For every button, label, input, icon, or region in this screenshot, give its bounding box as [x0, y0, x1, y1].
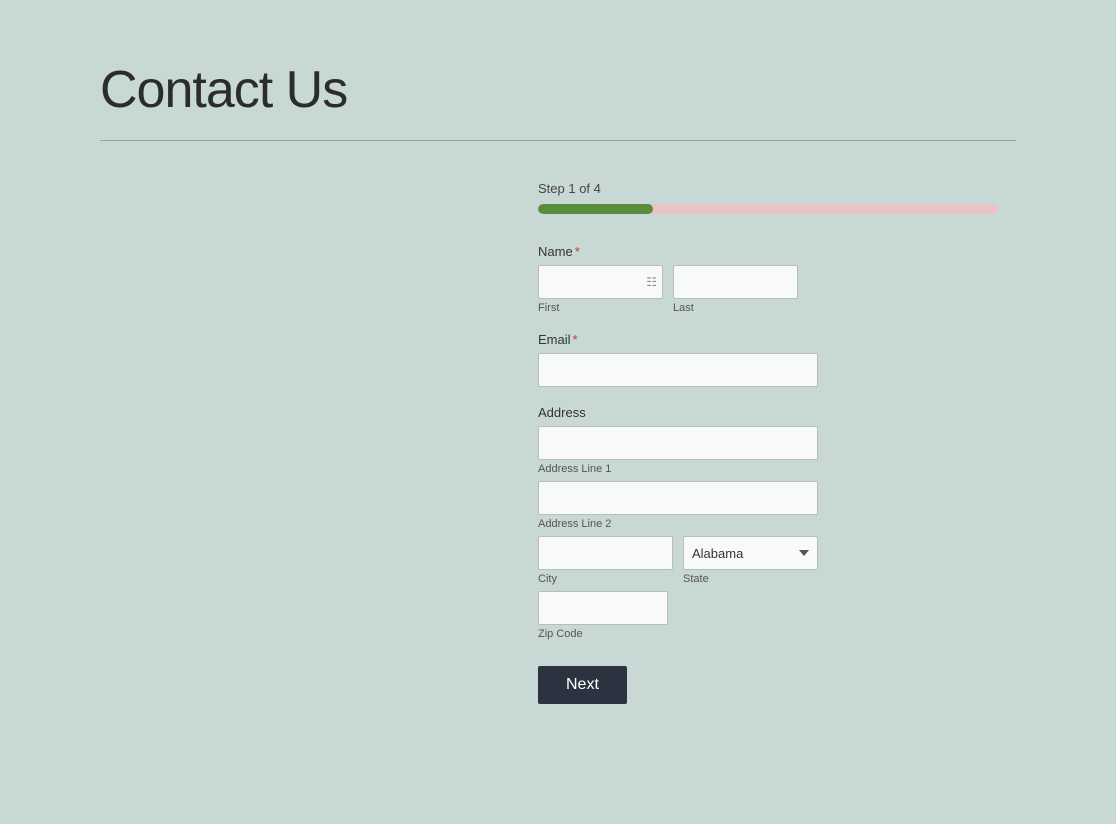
- last-name-input[interactable]: [673, 265, 798, 299]
- state-sublabel: State: [683, 573, 818, 585]
- state-field: Alabama Alaska Arizona Arkansas Californ…: [683, 536, 818, 585]
- address-line2-sublabel: Address Line 2: [538, 518, 798, 530]
- step-label: Step 1 of 4: [538, 181, 798, 196]
- address-line2-input[interactable]: [538, 481, 818, 515]
- first-name-field: ☷ First: [538, 265, 663, 314]
- divider: [100, 140, 1016, 141]
- city-state-row: City Alabama Alaska Arizona Arkansas Cal…: [538, 536, 818, 585]
- first-name-sublabel: First: [538, 302, 663, 314]
- next-button[interactable]: Next: [538, 666, 627, 704]
- first-name-input[interactable]: [538, 265, 663, 299]
- page-title: Contact Us: [100, 60, 1016, 120]
- city-sublabel: City: [538, 573, 673, 585]
- address-line1-input[interactable]: [538, 426, 818, 460]
- zip-sublabel: Zip Code: [538, 628, 798, 640]
- address-label: Address: [538, 405, 798, 420]
- name-group: Name* ☷ First Last: [538, 244, 798, 314]
- last-name-sublabel: Last: [673, 302, 798, 314]
- address-group: Address Address Line 1 Address Line 2 Ci…: [538, 405, 798, 640]
- zip-input[interactable]: [538, 591, 668, 625]
- progress-bar-fill: [538, 204, 653, 214]
- page-container: Contact Us Step 1 of 4 Name* ☷ Firs: [0, 0, 1116, 764]
- last-name-field: Last: [673, 265, 798, 314]
- email-group: Email*: [538, 332, 798, 387]
- email-required-star: *: [573, 332, 578, 347]
- city-field: City: [538, 536, 673, 585]
- form-wrapper: Step 1 of 4 Name* ☷ First: [318, 181, 798, 704]
- first-name-input-wrapper: ☷: [538, 265, 663, 299]
- name-label: Name*: [538, 244, 798, 259]
- email-label: Email*: [538, 332, 798, 347]
- email-input[interactable]: [538, 353, 818, 387]
- name-required-star: *: [575, 244, 580, 259]
- address-line2-wrapper: Address Line 2: [538, 481, 798, 530]
- contact-form: Name* ☷ First Last: [538, 244, 798, 704]
- progress-bar-container: [538, 204, 998, 214]
- zip-wrapper: Zip Code: [538, 591, 798, 640]
- address-line1-wrapper: Address Line 1: [538, 426, 798, 475]
- address-line1-sublabel: Address Line 1: [538, 463, 798, 475]
- state-select[interactable]: Alabama Alaska Arizona Arkansas Californ…: [683, 536, 818, 570]
- name-row: ☷ First Last: [538, 265, 798, 314]
- city-input[interactable]: [538, 536, 673, 570]
